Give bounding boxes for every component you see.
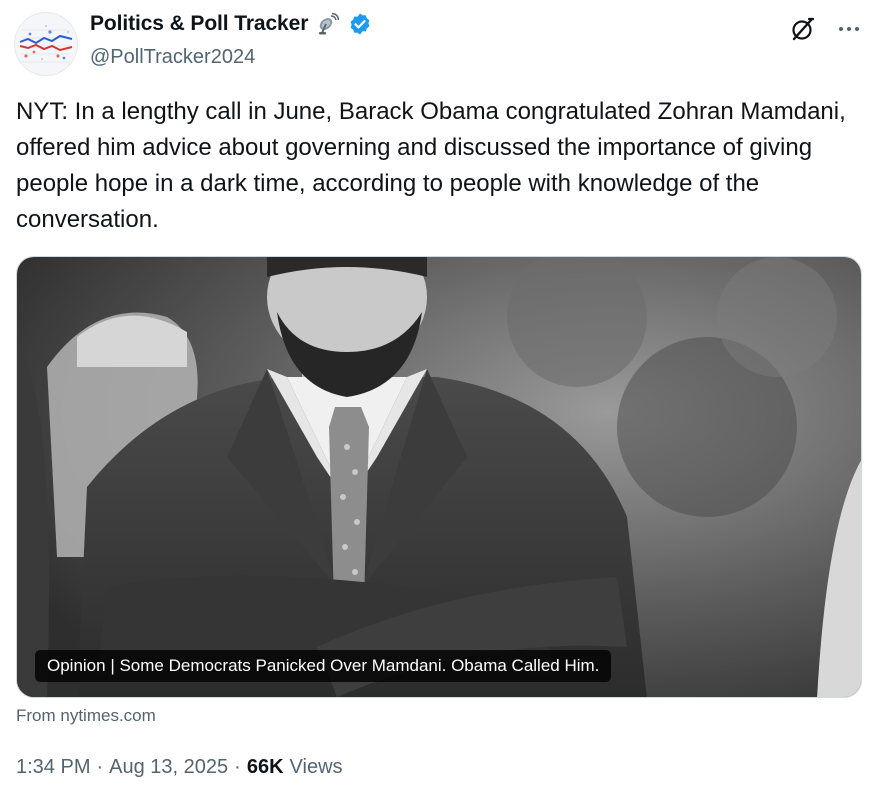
author-name-row: Politics & Poll Tracker <box>90 12 372 36</box>
grok-icon[interactable] <box>788 14 818 44</box>
meta-separator: · <box>234 756 241 778</box>
link-source[interactable]: From nytimes.com <box>16 706 156 726</box>
views-label: Views <box>289 756 343 778</box>
tweet-meta: 1:34 PM · Aug 13, 2025 · 66K Views <box>16 756 343 779</box>
meta-separator: · <box>96 756 104 778</box>
avatar[interactable] <box>14 12 78 76</box>
article-photo <box>17 257 861 697</box>
author-display-name[interactable]: Politics & Poll Tracker <box>90 12 308 36</box>
tweet-date[interactable]: Aug 13, 2025 <box>109 756 228 779</box>
poll-chart-avatar-icon <box>19 24 73 63</box>
verified-badge-icon[interactable] <box>348 12 372 36</box>
link-card-caption: Opinion | Some Democrats Panicked Over M… <box>35 650 612 682</box>
author-handle[interactable]: @PollTracker2024 <box>90 46 255 69</box>
views-count: 66K <box>246 756 284 778</box>
satellite-antenna-icon <box>316 12 340 36</box>
more-icon[interactable] <box>834 14 864 44</box>
tweet-text: NYT: In a lengthy call in June, Barack O… <box>16 98 846 233</box>
tweet-time[interactable]: 1:34 PM <box>16 756 90 779</box>
link-card-image[interactable]: Opinion | Some Democrats Panicked Over M… <box>16 256 862 698</box>
